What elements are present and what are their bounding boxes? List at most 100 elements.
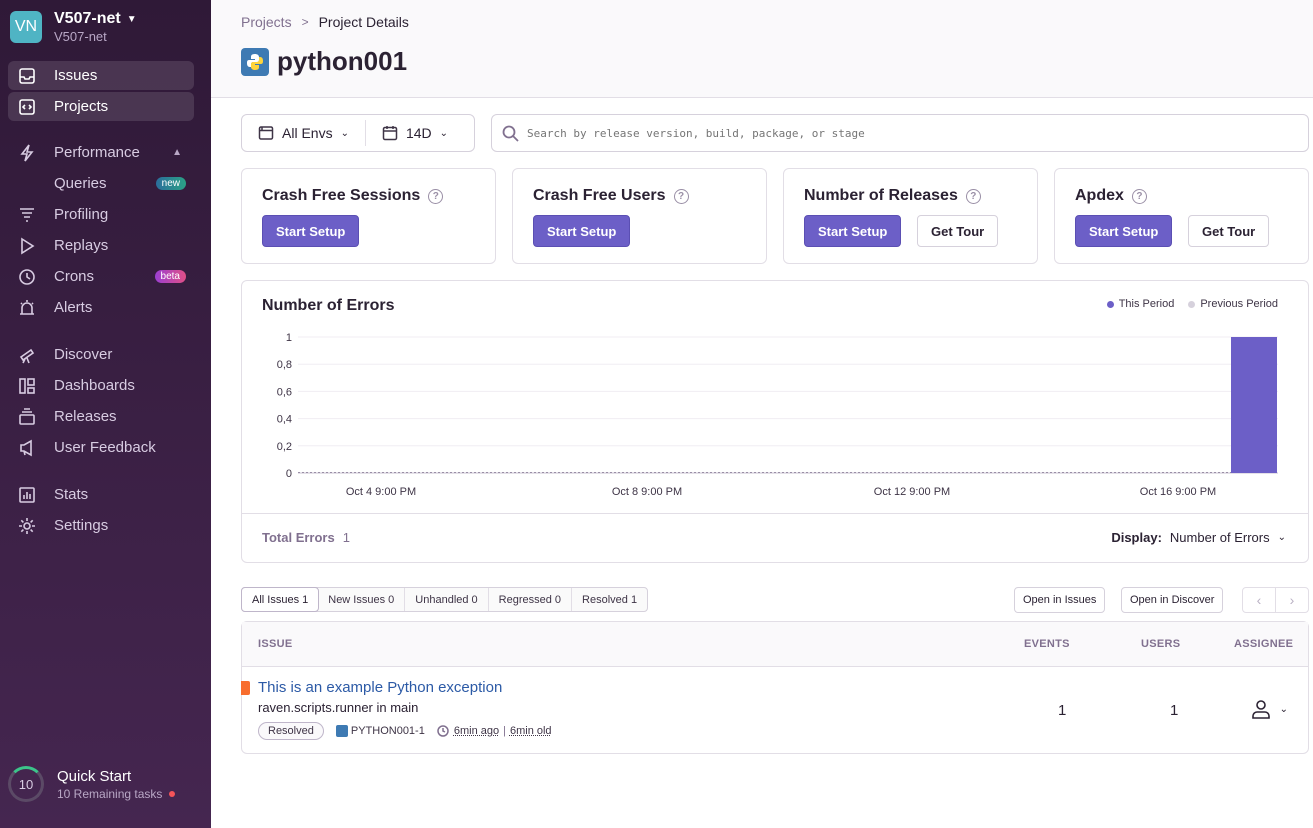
sidebar-item-queries[interactable]: Queries new <box>8 169 194 198</box>
tab-regressed[interactable]: Regressed 0 <box>489 588 573 611</box>
issue-short-id[interactable]: PYTHON001-1 <box>335 725 425 737</box>
y-tick-label: 0,2 <box>277 441 292 453</box>
total-errors-value: 1 <box>342 530 350 545</box>
tab-new-issues[interactable]: New Issues 0 <box>318 588 406 611</box>
release-search[interactable] <box>491 114 1309 152</box>
breadcrumb: Projects > Project Details <box>241 14 409 30</box>
sidebar-item-releases[interactable]: Releases <box>8 402 194 431</box>
number-of-releases-card: Number of Releases? Start Setup Get Tour <box>783 168 1038 264</box>
tab-unhandled[interactable]: Unhandled 0 <box>405 588 489 611</box>
chevron-down-icon: ⌄ <box>1279 703 1288 715</box>
org-slug: V507-net <box>54 29 107 44</box>
quick-start[interactable]: 10 Quick Start 10 Remaining tasks <box>8 766 176 802</box>
tab-resolved[interactable]: Resolved 1 <box>572 588 647 611</box>
open-in-discover-button[interactable]: Open in Discover <box>1121 587 1224 613</box>
code-window-icon <box>18 98 36 116</box>
python-logo-icon <box>241 47 269 76</box>
start-setup-button[interactable]: Start Setup <box>1075 215 1173 247</box>
sidebar-item-crons[interactable]: Crons beta <box>8 262 194 291</box>
quick-start-title: Quick Start <box>57 767 132 785</box>
package-icon <box>18 407 36 426</box>
chart-legend: This Period Previous Period <box>1093 298 1278 310</box>
sidebar-item-issues[interactable]: Issues <box>8 61 194 90</box>
start-setup-button[interactable]: Start Setup <box>804 215 902 247</box>
next-page-button[interactable]: › <box>1276 588 1308 612</box>
error-bar <box>1231 337 1277 473</box>
chevron-down-icon: ⌄ <box>439 127 449 139</box>
x-tick-label: Oct 4 9:00 PM <box>346 486 416 498</box>
sidebar-item-dashboards[interactable]: Dashboards <box>8 371 194 400</box>
issue-title-link[interactable]: This is an example Python exception <box>258 679 502 696</box>
sidebar-item-alerts[interactable]: Alerts <box>8 293 194 322</box>
page-header: Projects > Project Details python001 <box>211 0 1313 98</box>
page-filter-bar: All Envs ⌄ 14D ⌄ <box>241 114 475 152</box>
crash-free-users-card: Crash Free Users? Start Setup <box>512 168 767 264</box>
question-icon[interactable]: ? <box>1131 188 1147 204</box>
start-setup-button[interactable]: Start Setup <box>533 215 631 247</box>
beta-badge: beta <box>154 270 186 283</box>
legend-this-period[interactable]: This Period <box>1106 298 1174 310</box>
page-title: python001 <box>241 46 407 77</box>
get-tour-button[interactable]: Get Tour <box>917 215 999 247</box>
last-seen[interactable]: 6min ago <box>454 725 499 737</box>
table-header: ISSUE EVENTS USERS ASSIGNEE <box>242 622 1308 667</box>
sidebar-item-stats[interactable]: Stats <box>8 480 194 509</box>
chart-footer: Total Errors 1 Display: Number of Errors ⌄ <box>242 513 1308 563</box>
crash-free-sessions-card: Crash Free Sessions? Start Setup <box>241 168 496 264</box>
sidebar-item-replays[interactable]: Replays <box>8 231 194 260</box>
sidebar-item-discover[interactable]: Discover <box>8 340 194 369</box>
display-selector[interactable]: Display: Number of Errors ⌄ <box>1111 530 1286 545</box>
start-setup-button[interactable]: Start Setup <box>262 215 360 247</box>
legend-previous-period[interactable]: Previous Period <box>1188 298 1278 310</box>
first-seen[interactable]: 6min old <box>510 725 552 737</box>
previous-page-button[interactable]: ‹ <box>1243 588 1276 612</box>
pagination: ‹ › <box>1242 587 1309 613</box>
breadcrumb-current: Project Details <box>318 14 409 30</box>
sidebar-item-projects[interactable]: Projects <box>8 92 194 121</box>
chevron-right-icon: > <box>301 15 309 29</box>
question-icon[interactable]: ? <box>673 188 689 204</box>
assignee-selector[interactable]: ⌄ <box>1250 698 1288 720</box>
status-badge: Resolved <box>258 722 324 740</box>
total-errors: Total Errors 1 <box>262 530 350 545</box>
play-icon <box>18 237 36 255</box>
header-events: EVENTS <box>1024 638 1070 650</box>
tab-all-issues[interactable]: All Issues 1 <box>241 587 320 612</box>
issue-tabs: All Issues 1 New Issues 0 Unhandled 0 Re… <box>241 587 649 612</box>
org-name: V507-net <box>54 10 121 27</box>
x-tick-label: Oct 16 9:00 PM <box>1140 486 1216 498</box>
environment-filter[interactable]: All Envs ⌄ <box>242 115 365 151</box>
siren-icon <box>18 299 36 317</box>
users-count: 1 <box>1170 702 1179 719</box>
y-tick-label: 0,4 <box>277 414 292 426</box>
telescope-icon <box>18 346 36 364</box>
profiling-icon <box>18 206 36 224</box>
user-icon <box>1251 700 1270 719</box>
sidebar-item-user-feedback[interactable]: User Feedback <box>8 433 194 462</box>
x-tick-label: Oct 8 9:00 PM <box>612 486 682 498</box>
sidebar-item-settings[interactable]: Settings <box>8 511 194 540</box>
question-icon[interactable]: ? <box>965 188 981 204</box>
chevron-down-icon: ⌄ <box>1277 532 1286 543</box>
question-icon[interactable]: ? <box>428 188 444 204</box>
breadcrumb-projects-link[interactable]: Projects <box>241 14 292 30</box>
sidebar-item-profiling[interactable]: Profiling <box>8 200 194 229</box>
chevron-down-icon: ⌄ <box>340 127 349 139</box>
notification-dot <box>169 790 176 797</box>
y-tick-label: 0,6 <box>277 386 292 398</box>
y-tick-label: 1 <box>286 332 292 344</box>
header-issue: ISSUE <box>258 638 293 650</box>
y-tick-label: 0 <box>286 468 292 480</box>
table-row[interactable]: This is an example Python exception rave… <box>241 668 1308 754</box>
events-count: 1 <box>1058 702 1067 719</box>
date-range-filter[interactable]: 14D ⌄ <box>366 115 464 151</box>
new-badge: new <box>155 177 186 190</box>
org-switcher[interactable]: VN V507-net ▼ V507-net <box>10 10 137 44</box>
get-tour-button[interactable]: Get Tour <box>1188 215 1270 247</box>
issue-times: 6min ago | 6min old <box>437 725 552 737</box>
open-in-issues-button[interactable]: Open in Issues <box>1014 587 1106 613</box>
release-search-input[interactable] <box>527 126 1227 140</box>
inbox-icon <box>18 67 36 85</box>
search-icon <box>502 125 519 142</box>
sidebar-item-performance[interactable]: Performance ▲ <box>8 138 194 167</box>
